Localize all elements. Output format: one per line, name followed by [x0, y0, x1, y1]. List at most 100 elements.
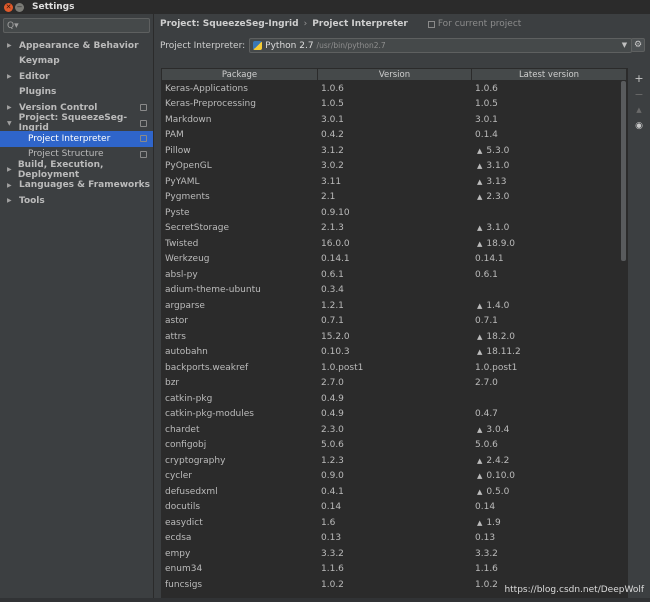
remove-package-button[interactable]: − [632, 86, 646, 102]
sidebar-item-project-squeezeseg-ingrid[interactable]: ▼ Project: SqueezeSeg-Ingrid [0, 113, 153, 133]
sidebar-item-build-execution-deployment[interactable]: ▶ Build, Execution, Deployment [0, 160, 153, 180]
package-name-cell: absl-py [165, 269, 198, 280]
latest-version-text: 0.5.0 [486, 486, 510, 497]
table-row[interactable]: ecdsa 0.13 0.13 [162, 531, 627, 547]
package-name-cell: PyOpenGL [165, 161, 212, 172]
table-row[interactable]: easydict 1.6 ▲ 1.9 [162, 515, 627, 531]
latest-version-text: 0.4.7 [475, 409, 498, 420]
sidebar-item-label: Project Structure [28, 149, 104, 160]
package-name-cell: Pygments [165, 192, 210, 203]
interpreter-select[interactable]: Python 2.7 /usr/bin/python2.7 ▼ [249, 38, 633, 53]
table-row[interactable]: defusedxml 0.4.1 ▲ 0.5.0 [162, 484, 627, 500]
sidebar-item-appearance-behavior[interactable]: ▶ Appearance & Behavior [0, 38, 153, 54]
table-row[interactable]: Keras-Preprocessing 1.0.5 1.0.5 [162, 97, 627, 113]
table-row[interactable]: bzr 2.7.0 2.7.0 [162, 376, 627, 392]
chevron-down-icon[interactable]: ▼ [7, 120, 19, 127]
table-row[interactable]: empy 3.3.2 3.3.2 [162, 546, 627, 562]
chevron-right-icon[interactable]: ▶ [7, 104, 19, 111]
table-row[interactable]: PAM 0.4.2 0.1.4 [162, 128, 627, 144]
table-row[interactable]: absl-py 0.6.1 0.6.1 [162, 267, 627, 283]
version-cell: 2.1.3 [321, 223, 344, 234]
table-row[interactable]: backports.weakref 1.0.post1 1.0.post1 [162, 360, 627, 376]
table-row[interactable]: adium-theme-ubuntu 0.3.4 [162, 283, 627, 299]
column-header-package[interactable]: Package [162, 69, 318, 80]
table-row[interactable]: Pyste 0.9.10 [162, 205, 627, 221]
package-name-cell: backports.weakref [165, 362, 249, 373]
packages-table: Package Version Latest version Keras-App… [161, 68, 628, 602]
sidebar-item-plugins[interactable]: Plugins [0, 85, 153, 101]
table-row[interactable]: cryptography 1.2.3 ▲ 2.4.2 [162, 453, 627, 469]
copy-icon [140, 150, 147, 158]
chevron-right-icon[interactable]: ▶ [7, 197, 19, 204]
sidebar-item-label: Tools [19, 195, 45, 206]
settings-tree: ▶ Appearance & Behavior Keymap ▶ Editor Plugi… [0, 38, 153, 209]
package-name-cell: Pillow [165, 145, 191, 156]
upgrade-icon: ▲ [636, 106, 642, 114]
package-name-cell: argparse [165, 300, 205, 311]
table-header: Package Version Latest version [162, 69, 627, 81]
sidebar-item-tools[interactable]: ▶ Tools [0, 193, 153, 209]
column-header-version[interactable]: Version [318, 69, 472, 80]
add-package-button[interactable]: + [632, 70, 646, 86]
version-cell: 1.0.2 [321, 579, 344, 590]
latest-version-cell: 0.6.1 [472, 270, 627, 280]
latest-version-text: 3.1.0 [486, 223, 510, 234]
close-icon[interactable]: ✕ [4, 2, 13, 12]
settings-search-input[interactable]: Q▾ [3, 18, 150, 33]
table-row[interactable]: Keras-Applications 1.0.6 1.0.6 [162, 81, 627, 97]
chevron-right-icon[interactable]: ▶ [7, 182, 19, 189]
show-early-releases-button[interactable]: ◉ [632, 118, 646, 134]
latest-version-cell: 1.0.6 [472, 84, 627, 94]
table-row[interactable]: Twisted 16.0.0 ▲ 18.9.0 [162, 236, 627, 252]
table-row[interactable]: SecretStorage 2.1.3 ▲ 3.1.0 [162, 221, 627, 237]
interpreter-settings-button[interactable]: ⚙ [631, 38, 645, 52]
table-row[interactable]: Pygments 2.1 ▲ 2.3.0 [162, 190, 627, 206]
latest-version-cell: ▲ 0.5.0 [472, 487, 627, 497]
sidebar-item-project-interpreter[interactable]: Project Interpreter [0, 131, 153, 147]
sidebar-item-keymap[interactable]: Keymap [0, 54, 153, 70]
package-name-cell: catkin-pkg-modules [165, 409, 254, 420]
latest-version-text: 3.0.4 [486, 424, 510, 435]
version-cell: 0.4.9 [321, 409, 344, 420]
table-row[interactable]: argparse 1.2.1 ▲ 1.4.0 [162, 298, 627, 314]
latest-version-cell: ▲ 2.4.2 [472, 456, 627, 466]
table-row[interactable]: cycler 0.9.0 ▲ 0.10.0 [162, 469, 627, 485]
version-cell: 3.3.2 [321, 548, 344, 559]
table-row[interactable]: Markdown 3.0.1 3.0.1 [162, 112, 627, 128]
table-row[interactable]: chardet 2.3.0 ▲ 3.0.4 [162, 422, 627, 438]
table-row[interactable]: docutils 0.14 0.14 [162, 500, 627, 516]
upgrade-package-button[interactable]: ▲ [632, 102, 646, 118]
upgrade-available-icon: ▲ [477, 146, 483, 155]
version-cell: 0.4.2 [321, 130, 344, 141]
package-name-cell: Twisted [165, 238, 199, 249]
table-row[interactable]: configobj 5.0.6 5.0.6 [162, 438, 627, 454]
latest-version-cell: 0.1.4 [472, 130, 627, 140]
chevron-right-icon[interactable]: ▶ [7, 166, 18, 173]
table-row[interactable]: attrs 15.2.0 ▲ 18.2.0 [162, 329, 627, 345]
version-cell: 16.0.0 [321, 238, 350, 249]
table-row[interactable]: catkin-pkg-modules 0.4.9 0.4.7 [162, 407, 627, 423]
minimize-icon[interactable]: − [15, 2, 24, 12]
chevron-right-icon[interactable]: ▶ [7, 73, 19, 80]
table-row[interactable]: Pillow 3.1.2 ▲ 5.3.0 [162, 143, 627, 159]
sidebar-item-editor[interactable]: ▶ Editor [0, 69, 153, 85]
table-row[interactable]: autobahn 0.10.3 ▲ 18.11.2 [162, 345, 627, 361]
interpreter-label: Project Interpreter: [160, 40, 246, 51]
package-name-cell: funcsigs [165, 579, 203, 590]
package-toolbar: + − ▲ ◉ [632, 70, 646, 134]
upgrade-available-icon: ▲ [477, 472, 483, 481]
gear-icon: ⚙ [633, 40, 643, 50]
sidebar-item-languages-frameworks[interactable]: ▶ Languages & Frameworks [0, 178, 153, 194]
table-scrollbar[interactable] [621, 81, 626, 261]
column-header-latest-version[interactable]: Latest version [472, 69, 627, 80]
table-row[interactable]: astor 0.7.1 0.7.1 [162, 314, 627, 330]
table-row[interactable]: PyYAML 3.11 ▲ 3.13 [162, 174, 627, 190]
latest-version-text: 1.0.5 [475, 99, 498, 110]
table-row[interactable]: PyOpenGL 3.0.2 ▲ 3.1.0 [162, 159, 627, 175]
table-row[interactable]: catkin-pkg 0.4.9 [162, 391, 627, 407]
chevron-right-icon[interactable]: ▶ [7, 42, 19, 49]
table-row[interactable]: Werkzeug 0.14.1 0.14.1 [162, 252, 627, 268]
package-name-cell: easydict [165, 517, 203, 528]
for-current-project-hint: For current project [427, 19, 521, 29]
table-row[interactable]: enum34 1.1.6 1.1.6 [162, 562, 627, 578]
